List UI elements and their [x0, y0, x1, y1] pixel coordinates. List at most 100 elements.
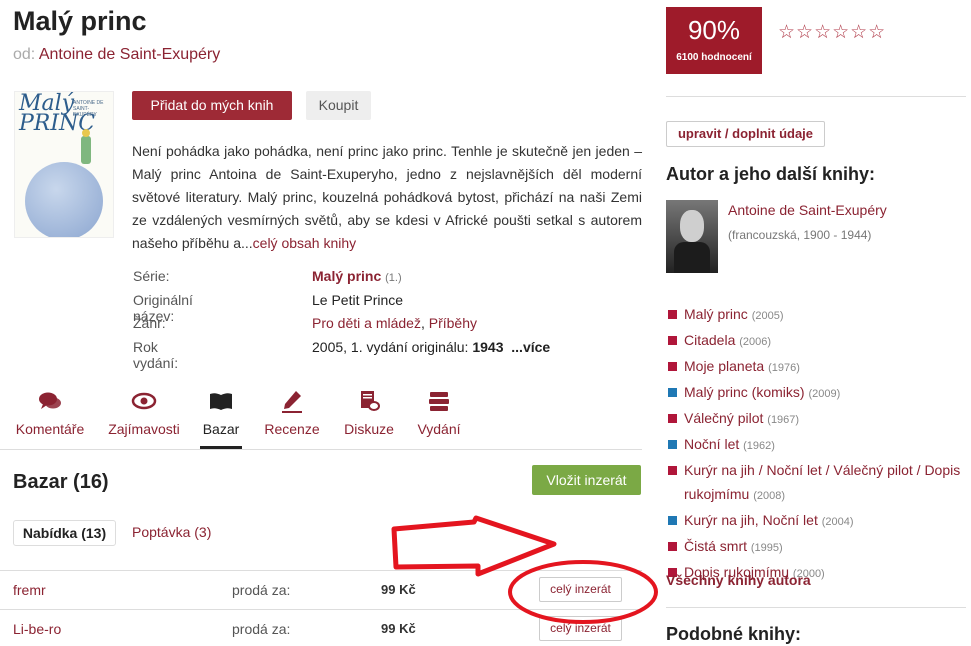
tab-reviews[interactable]: Recenze: [262, 388, 322, 437]
list-item[interactable]: Kurýr na jih, Noční let (2004): [668, 508, 968, 534]
cover-title: Malý PRINC: [19, 91, 96, 136]
book-type-square: [668, 336, 677, 345]
list-item[interactable]: Válečný pilot (1967): [668, 406, 968, 432]
seller-link[interactable]: Li-be-ro: [13, 621, 61, 637]
tab-label: Diskuze: [344, 421, 394, 437]
book-title-link[interactable]: Moje planeta: [684, 358, 764, 374]
book-title-link[interactable]: Malý princ (komiks): [684, 384, 805, 400]
book-year: (2006): [739, 336, 772, 348]
book-tabs: Komentáře Zajímavosti Bazar Recenze Disk…: [0, 388, 642, 450]
tab-discussion[interactable]: Diskuze: [342, 388, 396, 437]
book-year: (1976): [768, 362, 800, 374]
subtab-demands[interactable]: Poptávka (3): [132, 524, 211, 540]
subtab-offers[interactable]: Nabídka (13): [13, 520, 116, 546]
genre-value: Pro děti a mládež, Příběhy: [312, 315, 477, 331]
buy-button[interactable]: Koupit: [306, 91, 371, 120]
year-value: 2005, 1. vydání originálu: 1943 ...více: [312, 339, 550, 355]
tab-label: Bazar: [202, 421, 240, 437]
all-author-books-link[interactable]: Všechny knihy autora: [666, 572, 811, 588]
book-type-square: [668, 362, 677, 371]
full-description-link[interactable]: celý obsah knihy: [253, 235, 357, 251]
cover-author: ANTOINE DE SAINT-EXUPÉRY: [73, 100, 104, 118]
book-type-square: [668, 466, 677, 475]
rating-count: 6100 hodnocení: [676, 52, 752, 63]
eye-icon: [131, 392, 157, 410]
comments-icon: [39, 392, 61, 409]
pen-icon: [282, 391, 302, 413]
list-item[interactable]: Kurýr na jih / Noční let / Válečný pilot…: [668, 458, 968, 508]
genre-separator: ,: [420, 315, 425, 331]
year-label: Rok vydání:: [133, 338, 179, 371]
genre-link-stories[interactable]: Příběhy: [429, 315, 477, 331]
tab-editions[interactable]: Vydání: [414, 388, 464, 437]
author-name-link[interactable]: Antoine de Saint-Exupéry: [728, 202, 887, 218]
book-title-link[interactable]: Válečný pilot: [684, 410, 763, 426]
offer-price: 99 Kč: [381, 621, 416, 636]
book-year: (2009): [808, 388, 841, 400]
list-item[interactable]: Čistá smrt (1995): [668, 534, 968, 560]
sells-for-label: prodá za:: [232, 582, 291, 598]
rating-box: 90% 6100 hodnocení: [666, 7, 762, 74]
author-link[interactable]: Antoine de Saint-Exupéry: [39, 46, 220, 63]
series-number: (1.): [385, 272, 402, 284]
tab-label: Zajímavosti: [108, 421, 180, 437]
book-title-link[interactable]: Čistá smrt: [684, 538, 747, 554]
tab-bazar[interactable]: Bazar: [200, 388, 242, 449]
book-byline: od: Antoine de Saint-Exupéry: [13, 46, 220, 64]
tab-comments[interactable]: Komentáře: [14, 388, 86, 437]
series-link[interactable]: Malý princ: [312, 268, 381, 284]
book-type-square: [668, 388, 677, 397]
books-stack-icon: [429, 392, 449, 411]
rating-percent: 90%: [687, 15, 741, 45]
list-item[interactable]: Malý princ (komiks) (2009): [668, 380, 968, 406]
author-books-list: Malý princ (2005) Citadela (2006) Moje p…: [668, 302, 968, 586]
add-to-my-books-button[interactable]: Přidat do mých knih: [132, 91, 292, 120]
series-label: Série:: [133, 268, 170, 284]
book-title-link[interactable]: Malý princ: [684, 306, 748, 322]
book-year: (1967): [767, 414, 800, 426]
tab-interesting-facts[interactable]: Zajímavosti: [106, 388, 182, 437]
book-icon: [210, 393, 232, 410]
bazar-heading: Bazar (16): [13, 471, 109, 493]
book-type-square: [668, 440, 677, 449]
byline-prefix: od:: [13, 46, 36, 63]
book-type-square: [668, 414, 677, 423]
list-item[interactable]: Malý princ (2005): [668, 302, 968, 328]
list-item[interactable]: Citadela (2006): [668, 328, 968, 354]
list-item[interactable]: Moje planeta (1976): [668, 354, 968, 380]
discussion-icon: [361, 391, 380, 411]
year-more-link[interactable]: ...více: [511, 339, 550, 355]
edit-details-button[interactable]: upravit / doplnit údaje: [666, 121, 825, 147]
genre-link-children[interactable]: Pro děti a mládež: [312, 315, 421, 331]
description-text: Není pohádka jako pohádka, není princ ja…: [132, 143, 642, 251]
full-listing-button[interactable]: celý inzerát: [539, 577, 622, 602]
tab-label: Recenze: [264, 421, 320, 437]
book-cover[interactable]: Malý PRINC ANTOINE DE SAINT-EXUPÉRY: [14, 91, 114, 238]
book-title-link[interactable]: Citadela: [684, 332, 735, 348]
annotation-arrow: [391, 515, 557, 577]
book-title: Malý princ: [13, 6, 147, 36]
series-value: Malý princ (1.): [312, 268, 402, 284]
book-title-link[interactable]: Kurýr na jih / Noční let / Válečný pilot…: [684, 462, 960, 502]
star-rating-input[interactable]: ☆☆☆☆☆☆: [778, 21, 886, 44]
book-title-link[interactable]: Kurýr na jih, Noční let: [684, 512, 818, 528]
book-year: (2008): [753, 490, 786, 502]
offer-row: fremr prodá za: 99 Kč celý inzerát: [0, 570, 642, 608]
full-listing-button[interactable]: celý inzerát: [539, 616, 622, 641]
list-item[interactable]: Noční let (1962): [668, 432, 968, 458]
seller-link[interactable]: fremr: [13, 582, 46, 598]
book-year: (1995): [750, 542, 783, 554]
year-text: 2005, 1. vydání originálu:: [312, 338, 469, 355]
cover-planet-illustration: [25, 162, 103, 237]
author-section-heading: Autor a jeho další knihy:: [666, 164, 876, 184]
add-listing-button[interactable]: Vložit inzerát: [532, 465, 641, 495]
original-title-value: Le Petit Prince: [312, 291, 404, 308]
sells-for-label: prodá za:: [232, 621, 291, 637]
sidebar-divider: [666, 96, 966, 97]
book-type-square: [668, 542, 677, 551]
book-type-square: [668, 516, 677, 525]
author-photo[interactable]: [666, 200, 718, 273]
tab-label: Komentáře: [15, 421, 85, 437]
book-title-link[interactable]: Noční let: [684, 436, 739, 452]
similar-books-heading: Podobné knihy:: [666, 624, 801, 644]
